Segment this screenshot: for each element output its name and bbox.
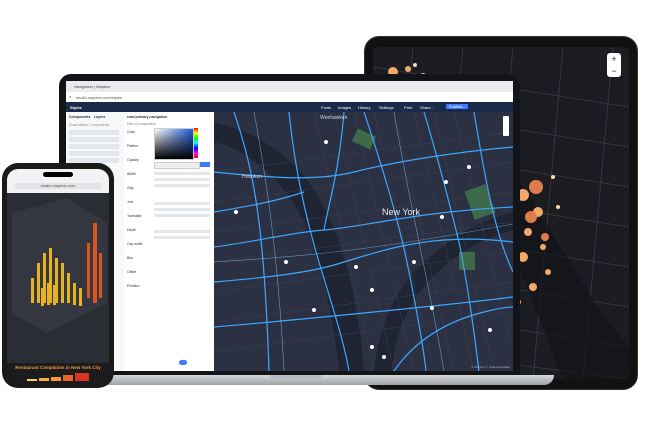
phone-safe-area bbox=[7, 365, 109, 382]
tab-components[interactable]: Components bbox=[69, 115, 90, 119]
layer-list bbox=[69, 130, 119, 165]
prop-translate[interactable]: Translate bbox=[127, 214, 149, 228]
hue-slider[interactable] bbox=[194, 128, 198, 158]
map-zoom-control[interactable] bbox=[503, 116, 509, 136]
list-item[interactable] bbox=[69, 151, 119, 156]
phone-device: studio.mapbox.com Restaurant Complaints … bbox=[2, 163, 114, 388]
nav-settings[interactable]: Settings bbox=[379, 105, 393, 110]
option-row[interactable] bbox=[154, 172, 210, 175]
nav-print[interactable]: Print bbox=[404, 105, 412, 110]
prop-offset[interactable]: Offset bbox=[127, 270, 149, 284]
list-item[interactable] bbox=[69, 137, 119, 142]
map-label-hoboken: Hoboken bbox=[242, 174, 263, 180]
prop-width[interactable]: Width bbox=[127, 172, 149, 186]
option-row[interactable] bbox=[154, 202, 210, 205]
map-label-weehawken: Weehawken bbox=[320, 115, 348, 121]
nav-fonts[interactable]: Fonts bbox=[321, 105, 331, 110]
prop-position[interactable]: Position bbox=[127, 284, 149, 298]
zoom-in-button[interactable]: + bbox=[607, 53, 621, 65]
color-picker[interactable] bbox=[154, 128, 194, 160]
property-list: Color Pattern Opacity Width Gap Join Tra… bbox=[127, 130, 149, 298]
prop-cap-width[interactable]: Cap width bbox=[127, 242, 149, 256]
option-row[interactable] bbox=[154, 214, 210, 217]
phone-screen: studio.mapbox.com Restaurant Complaints … bbox=[7, 169, 109, 382]
phone-browser-bar: studio.mapbox.com bbox=[7, 169, 109, 193]
phone-3d-map[interactable] bbox=[7, 193, 109, 363]
option-row[interactable] bbox=[154, 208, 210, 211]
prop-join[interactable]: Join bbox=[127, 200, 149, 214]
prop-gap[interactable]: Gap bbox=[127, 186, 149, 200]
lock-icon: ● bbox=[69, 94, 72, 99]
styles-link[interactable]: Styles bbox=[70, 105, 82, 110]
laptop-screen: Navigation | Mapbox ● studio.mapbox.com/… bbox=[66, 81, 513, 371]
laptop-notch bbox=[270, 375, 322, 379]
option-row[interactable] bbox=[154, 230, 210, 233]
list-item[interactable] bbox=[69, 130, 119, 135]
browser-tab[interactable]: Navigation | Mapbox bbox=[74, 84, 110, 89]
url-text: studio.mapbox.com/styles bbox=[76, 95, 123, 100]
list-item[interactable] bbox=[69, 144, 119, 149]
zoom-control: + − bbox=[607, 53, 621, 77]
nav-images[interactable]: Images bbox=[338, 105, 351, 110]
prop-opacity[interactable]: Opacity bbox=[127, 158, 149, 172]
map-attribution: © Mapbox © OpenStreetMap bbox=[471, 365, 510, 369]
publish-button[interactable]: Publish... bbox=[446, 104, 469, 109]
option-row[interactable] bbox=[154, 178, 210, 181]
studio-nav: Styles Fonts Images History Settings Pri… bbox=[66, 102, 513, 112]
map-label-new-york: New York bbox=[382, 207, 421, 217]
zoom-out-button[interactable]: − bbox=[607, 65, 621, 77]
prop-color[interactable]: Color bbox=[127, 130, 149, 144]
phone-url-bar[interactable]: studio.mapbox.com bbox=[15, 183, 101, 189]
nav-history[interactable]: History bbox=[358, 105, 370, 110]
prop-depth[interactable]: Depth bbox=[127, 228, 149, 242]
layer-subtitle: Part of component bbox=[127, 122, 156, 126]
nav-share[interactable]: Share... bbox=[420, 105, 434, 110]
map-svg bbox=[214, 112, 513, 371]
prop-blur[interactable]: Blur bbox=[127, 256, 149, 270]
option-row[interactable] bbox=[154, 184, 210, 187]
toggle-switch[interactable] bbox=[179, 360, 187, 365]
layer-search[interactable]: Road labels, Components bbox=[69, 123, 109, 127]
map-canvas[interactable]: Hoboken New York Weehawken © Mapbox © Op… bbox=[214, 112, 513, 371]
prop-pattern[interactable]: Pattern bbox=[127, 144, 149, 158]
layer-title: road primary-navigation bbox=[127, 115, 168, 119]
phone-notch bbox=[43, 172, 73, 177]
color-apply-button[interactable] bbox=[200, 162, 210, 167]
tab-layers[interactable]: Layers bbox=[94, 115, 105, 119]
option-row[interactable] bbox=[154, 236, 210, 239]
browser-tab-bar: Navigation | Mapbox bbox=[66, 81, 513, 92]
color-hex-input[interactable] bbox=[154, 162, 200, 169]
style-panel: road primary-navigation Part of componen… bbox=[124, 112, 215, 371]
laptop-device: Navigation | Mapbox ● studio.mapbox.com/… bbox=[59, 74, 520, 381]
